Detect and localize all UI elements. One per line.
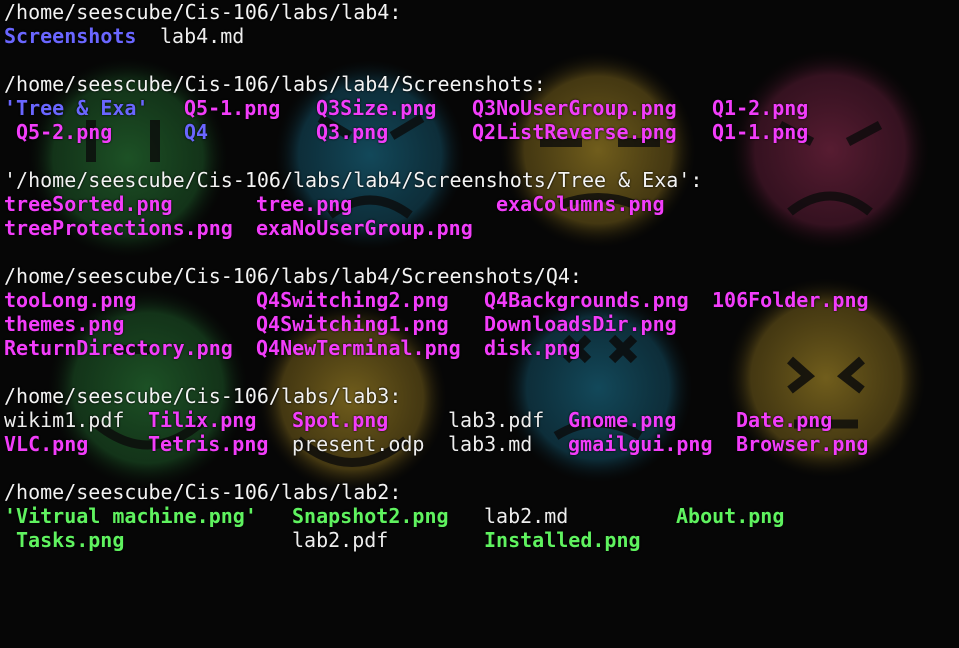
file-entry[interactable]: Installed.png: [484, 528, 641, 552]
file-entry[interactable]: Q3NoUserGroup.png: [472, 96, 677, 120]
file-entry[interactable]: Gnome.png: [568, 408, 676, 432]
file-entry[interactable]: themes.png: [4, 312, 124, 336]
file-entry[interactable]: Tasks.png: [16, 528, 124, 552]
file-entry[interactable]: treeSorted.png: [4, 192, 173, 216]
dir-header-screenshots: /home/seescube/Cis-106/labs/lab4/Screens…: [0, 72, 959, 96]
file-entry[interactable]: tree.png: [256, 192, 352, 216]
directory-entry[interactable]: Q4: [184, 120, 208, 144]
listing-row: Tasks.png lab2.pdf Installed.png: [0, 528, 959, 552]
file-entry[interactable]: Q2ListReverse.png: [472, 120, 677, 144]
file-entry[interactable]: exaColumns.png: [496, 192, 665, 216]
file-entry[interactable]: disk.png: [484, 336, 580, 360]
dir-header-lab4: /home/seescube/Cis-106/labs/lab4:: [0, 0, 959, 24]
dir-path-text: '/home/seescube/Cis-106/labs/lab4/Screen…: [4, 168, 703, 192]
dir-header-lab2: /home/seescube/Cis-106/labs/lab2:: [0, 480, 959, 504]
file-entry[interactable]: Tetris.png: [148, 432, 268, 456]
dir-path-text: /home/seescube/Cis-106/labs/lab4:: [4, 0, 402, 24]
file-entry[interactable]: Q4Switching2.png: [256, 288, 449, 312]
listing-row: treeSorted.png tree.png exaColumns.png: [0, 192, 959, 216]
listing-row: VLC.png Tetris.png present.odp lab3.md g…: [0, 432, 959, 456]
dir-path-text: /home/seescube/Cis-106/labs/lab3:: [4, 384, 402, 408]
dir-path-text: /home/seescube/Cis-106/labs/lab4/Screens…: [4, 72, 546, 96]
file-entry[interactable]: ReturnDirectory.png: [4, 336, 233, 360]
file-entry[interactable]: lab4.md: [160, 24, 244, 48]
dir-header-lab3: /home/seescube/Cis-106/labs/lab3:: [0, 384, 959, 408]
file-entry[interactable]: Q4NewTerminal.png: [256, 336, 461, 360]
file-entry[interactable]: About.png: [676, 504, 784, 528]
listing-row: wikim1.pdf Tilix.png Spot.png lab3.pdf G…: [0, 408, 959, 432]
file-entry[interactable]: lab2.pdf: [292, 528, 388, 552]
dir-header-tree-exa: '/home/seescube/Cis-106/labs/lab4/Screen…: [0, 168, 959, 192]
listing-row: Q5-2.png Q4 Q3.png Q2ListReverse.png Q1-…: [0, 120, 959, 144]
file-entry[interactable]: Date.png: [736, 408, 832, 432]
file-entry[interactable]: Q5-2.png: [16, 120, 112, 144]
file-entry[interactable]: 106Folder.png: [712, 288, 869, 312]
listing-row: themes.png Q4Switching1.png DownloadsDir…: [0, 312, 959, 336]
listing-row: tooLong.png Q4Switching2.png Q4Backgroun…: [0, 288, 959, 312]
directory-entry[interactable]: 'Tree & Exa': [4, 96, 149, 120]
file-entry[interactable]: Tilix.png: [148, 408, 256, 432]
file-entry[interactable]: Q1-2.png: [712, 96, 808, 120]
file-entry[interactable]: lab3.md: [448, 432, 532, 456]
dir-path-text: /home/seescube/Cis-106/labs/lab2:: [4, 480, 402, 504]
file-entry[interactable]: 'Vitrual machine.png': [4, 504, 257, 528]
file-entry[interactable]: lab3.pdf: [448, 408, 544, 432]
file-entry[interactable]: Q1-1.png: [712, 120, 808, 144]
file-entry[interactable]: Spot.png: [292, 408, 388, 432]
terminal-output[interactable]: /home/seescube/Cis-106/labs/lab4: Screen…: [0, 0, 959, 579]
directory-entry[interactable]: Screenshots: [4, 24, 136, 48]
file-entry[interactable]: VLC.png: [4, 432, 88, 456]
file-entry[interactable]: Q4Switching1.png: [256, 312, 449, 336]
listing-row: 'Tree & Exa' Q5-1.png Q3Size.png Q3NoUse…: [0, 96, 959, 120]
file-entry[interactable]: exaNoUserGroup.png: [256, 216, 473, 240]
file-entry[interactable]: wikim1.pdf: [4, 408, 124, 432]
file-entry[interactable]: Q5-1.png: [184, 96, 280, 120]
file-entry[interactable]: Q3.png: [316, 120, 388, 144]
file-entry[interactable]: DownloadsDir.png: [484, 312, 677, 336]
file-entry[interactable]: treeProtections.png: [4, 216, 233, 240]
listing-row: ReturnDirectory.png Q4NewTerminal.png di…: [0, 336, 959, 360]
listing-row: Screenshots lab4.md: [0, 24, 959, 48]
file-entry[interactable]: Snapshot2.png: [292, 504, 449, 528]
listing-row: 'Vitrual machine.png' Snapshot2.png lab2…: [0, 504, 959, 528]
file-entry[interactable]: lab2.md: [484, 504, 568, 528]
dir-path-text: /home/seescube/Cis-106/labs/lab4/Screens…: [4, 264, 582, 288]
file-entry[interactable]: Q3Size.png: [316, 96, 436, 120]
file-entry[interactable]: gmailgui.png: [568, 432, 713, 456]
file-entry[interactable]: Q4Backgrounds.png: [484, 288, 689, 312]
file-entry[interactable]: present.odp: [292, 432, 424, 456]
dir-header-q4: /home/seescube/Cis-106/labs/lab4/Screens…: [0, 264, 959, 288]
file-entry[interactable]: Browser.png: [736, 432, 868, 456]
listing-row: treeProtections.png exaNoUserGroup.png: [0, 216, 959, 240]
file-entry[interactable]: tooLong.png: [4, 288, 136, 312]
